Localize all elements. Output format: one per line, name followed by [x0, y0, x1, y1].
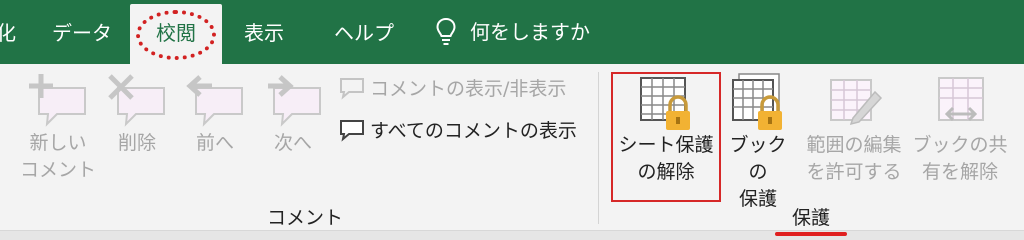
delete-comment-label: 削除 — [117, 132, 156, 154]
comment-outline-icon — [340, 77, 364, 100]
tab-partial[interactable]: 化 — [0, 0, 16, 64]
unshare-workbook-label-1: ブックの共 — [912, 134, 1008, 156]
unprotect-sheet-label-1: シート保護 — [618, 134, 714, 156]
previous-comment-label: 前へ — [195, 132, 234, 154]
tab-data[interactable]: データ — [52, 0, 112, 64]
delete-comment-icon — [108, 74, 165, 127]
share-workbook-icon — [938, 77, 984, 122]
new-comment-label-2: コメント — [20, 159, 97, 181]
unprotect-sheet-label-2: の解除 — [637, 161, 695, 183]
protect-group-label: 保護 — [791, 207, 830, 229]
new-comment-label-1: 新しい — [29, 132, 87, 154]
show-all-comments-label: すべてのコメントの表示 — [370, 120, 577, 142]
tab-help[interactable]: ヘルプ — [334, 0, 394, 64]
tell-me-label: 何をしますか — [470, 20, 590, 44]
protect-workbook-label-1: ブックの — [729, 134, 787, 183]
show-all-comments-button[interactable]: すべてのコメントの表示 — [338, 116, 577, 143]
toggle-comment-button[interactable]: コメントの表示/非表示 — [338, 74, 566, 101]
unshare-workbook-label-2: 有を解除 — [921, 161, 998, 183]
delete-comment-button[interactable]: 削除 — [104, 72, 170, 157]
arrow-left-icon — [186, 75, 243, 127]
allow-edit-ranges-label-1: 範囲の編集 — [806, 134, 902, 156]
protect-workbook-button[interactable]: ブックの 保護 — [722, 72, 794, 213]
workbook-lock-icon — [732, 73, 782, 130]
comments-group-label: コメント — [266, 207, 343, 229]
new-comment-icon — [29, 74, 86, 127]
highlight-underline — [775, 232, 847, 236]
next-comment-label: 次へ — [273, 132, 312, 154]
edit-ranges-icon — [830, 79, 883, 126]
tab-help-label: ヘルプ — [334, 21, 394, 45]
tab-view-label: 表示 — [244, 21, 284, 45]
unprotect-sheet-button[interactable]: シート保護 の解除 — [612, 72, 720, 186]
unshare-workbook-button[interactable]: ブックの共 有を解除 — [912, 72, 1008, 186]
allow-edit-ranges-button[interactable]: 範囲の編集 を許可する — [798, 72, 910, 186]
sheet-lock-icon — [640, 77, 690, 130]
highlight-circle — [136, 10, 216, 60]
tell-me-search[interactable]: 何をしますか — [436, 0, 590, 64]
comment-icon — [340, 119, 364, 142]
ribbon-tab-bar: 化 データ 校閲 表示 ヘルプ 何をしますか — [0, 0, 1024, 64]
ribbon-bottom-edge — [0, 230, 1024, 240]
tab-view[interactable]: 表示 — [244, 0, 284, 64]
new-comment-button[interactable]: 新しい コメント — [20, 72, 96, 184]
tab-partial-label: 化 — [0, 21, 16, 45]
toggle-comment-label: コメントの表示/非表示 — [370, 78, 567, 100]
arrow-right-icon — [268, 75, 321, 127]
group-divider — [598, 72, 599, 224]
next-comment-button[interactable]: 次へ — [258, 72, 328, 157]
allow-edit-ranges-label-2: を許可する — [806, 161, 902, 183]
previous-comment-button[interactable]: 前へ — [180, 72, 250, 157]
lightbulb-icon — [436, 17, 456, 45]
tab-data-label: データ — [52, 21, 112, 45]
